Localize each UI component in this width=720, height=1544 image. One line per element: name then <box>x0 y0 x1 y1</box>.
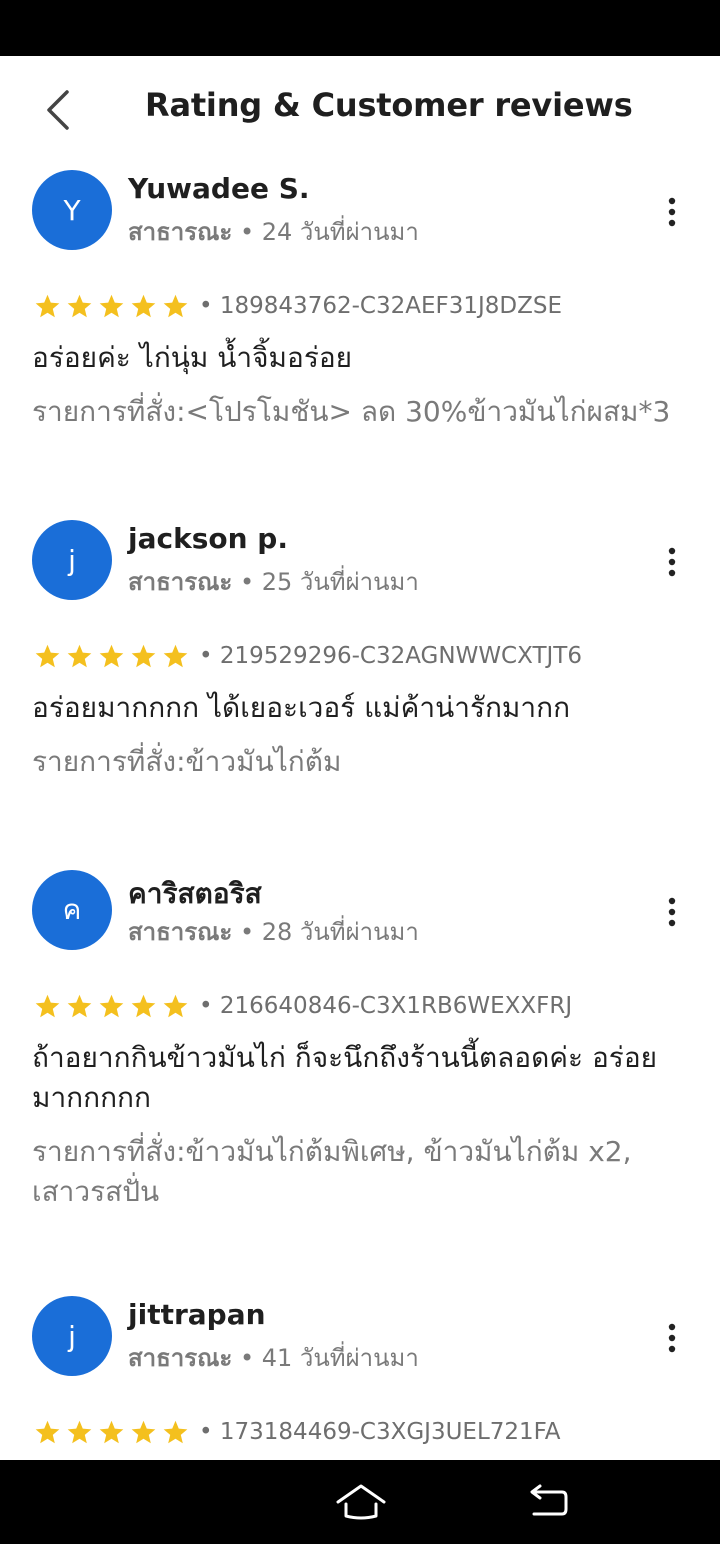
star-icon <box>131 994 156 1017</box>
time-ago: 41 วันที่ผ่านมา <box>261 1344 419 1372</box>
star-icon <box>35 294 60 317</box>
star-icon <box>99 1420 124 1443</box>
back-button[interactable] <box>34 86 82 134</box>
meta-separator: • <box>239 218 262 246</box>
avatar: j <box>32 1296 112 1376</box>
star-icon <box>35 1420 60 1443</box>
star-icon <box>131 1420 156 1443</box>
back-arrow-icon <box>530 1484 568 1516</box>
star-icon <box>99 294 124 317</box>
status-bar <box>0 0 720 56</box>
order-id: • 189843762-C32AEF31J8DZSE <box>199 293 562 319</box>
star-rating <box>34 643 189 670</box>
ordered-items: รายการที่สั่ง:<โปรโมชัน> ลด 30%ข้าวมันไก… <box>32 395 671 428</box>
star-icon <box>67 644 92 667</box>
star-icon <box>163 994 188 1017</box>
avatar: Y <box>32 170 112 250</box>
star-icon <box>67 994 92 1017</box>
review-card: j jackson p. สาธารณะ • 25 วันที่ผ่านมา •… <box>0 520 720 860</box>
order-id: • 173184469-C3XGJ3UEL721FA <box>199 1419 561 1445</box>
visibility-label: สาธารณะ <box>128 218 233 246</box>
star-icon <box>131 294 156 317</box>
more-options-button[interactable] <box>652 542 692 582</box>
home-button[interactable] <box>334 1482 388 1522</box>
star-icon <box>35 994 60 1017</box>
more-options-button[interactable] <box>652 192 692 232</box>
page-title: Rating & Customer reviews <box>145 86 633 124</box>
review-card: j jittrapan สาธารณะ • 41 วันที่ผ่านมา • … <box>0 1296 720 1456</box>
more-vert-icon <box>668 1323 676 1353</box>
ordered-items: รายการที่สั่ง:ข้าวมันไก่ต้มพิเศษ, ข้าวมั… <box>32 1135 632 1208</box>
review-comment: อร่อยค่ะ ไก่นุ่ม น้ำจิ้มอร่อย <box>32 341 353 374</box>
reviewer-name: jittrapan <box>128 1298 266 1331</box>
rating-row: • 219529296-C32AGNWWCXTJT6 <box>34 638 582 674</box>
star-icon <box>131 644 156 667</box>
avatar: ค <box>32 870 112 950</box>
reviewer-name: คาริสตอริส <box>128 877 262 910</box>
star-icon <box>99 994 124 1017</box>
review-meta: สาธารณะ • 25 วันที่ผ่านมา <box>128 562 419 601</box>
more-vert-icon <box>668 897 676 927</box>
more-vert-icon <box>668 547 676 577</box>
home-icon <box>336 1484 386 1520</box>
star-icon <box>163 644 188 667</box>
time-ago: 25 วันที่ผ่านมา <box>261 568 419 596</box>
reviewer-name: jackson p. <box>128 522 288 555</box>
review-card: ค คาริสตอริส สาธารณะ • 28 วันที่ผ่านมา •… <box>0 870 720 1290</box>
header: Rating & Customer reviews <box>0 56 720 164</box>
meta-separator: • <box>239 568 262 596</box>
time-ago: 24 วันที่ผ่านมา <box>261 218 419 246</box>
rating-row: • 189843762-C32AEF31J8DZSE <box>34 288 562 324</box>
review-card: Y Yuwadee S. สาธารณะ • 24 วันที่ผ่านมา •… <box>0 170 720 510</box>
order-id: • 216640846-C3X1RB6WEXXFRJ <box>199 993 573 1019</box>
rating-row: • 216640846-C3X1RB6WEXXFRJ <box>34 988 572 1024</box>
star-rating <box>34 293 189 320</box>
system-back-button[interactable] <box>526 1484 570 1520</box>
star-icon <box>99 644 124 667</box>
meta-separator: • <box>239 918 262 946</box>
chevron-left-icon <box>47 90 69 130</box>
reviewer-name: Yuwadee S. <box>128 172 310 205</box>
more-options-button[interactable] <box>652 1318 692 1358</box>
star-icon <box>163 1420 188 1443</box>
star-icon <box>67 294 92 317</box>
star-icon <box>163 294 188 317</box>
review-comment: อร่อยมากกกก ได้เยอะเวอร์ แม่ค้าน่ารักมาก… <box>32 691 571 724</box>
more-options-button[interactable] <box>652 892 692 932</box>
meta-separator: • <box>239 1344 262 1372</box>
visibility-label: สาธารณะ <box>128 568 233 596</box>
star-rating <box>34 1419 189 1446</box>
time-ago: 28 วันที่ผ่านมา <box>261 918 419 946</box>
visibility-label: สาธารณะ <box>128 1344 233 1372</box>
more-vert-icon <box>668 197 676 227</box>
ordered-items: รายการที่สั่ง:ข้าวมันไก่ต้ม <box>32 745 342 778</box>
star-icon <box>67 1420 92 1443</box>
star-icon <box>35 644 60 667</box>
system-nav-bar <box>0 1460 720 1544</box>
visibility-label: สาธารณะ <box>128 918 233 946</box>
review-meta: สาธารณะ • 24 วันที่ผ่านมา <box>128 212 419 251</box>
review-meta: สาธารณะ • 28 วันที่ผ่านมา <box>128 912 419 951</box>
order-id: • 219529296-C32AGNWWCXTJT6 <box>199 643 582 669</box>
star-rating <box>34 993 189 1020</box>
review-meta: สาธารณะ • 41 วันที่ผ่านมา <box>128 1338 419 1377</box>
avatar: j <box>32 520 112 600</box>
review-comment: ถ้าอยากกินข้าวมันไก่ ก็จะนึกถึงร้านนี้ตล… <box>32 1041 658 1114</box>
rating-row: • 173184469-C3XGJ3UEL721FA <box>34 1414 561 1450</box>
